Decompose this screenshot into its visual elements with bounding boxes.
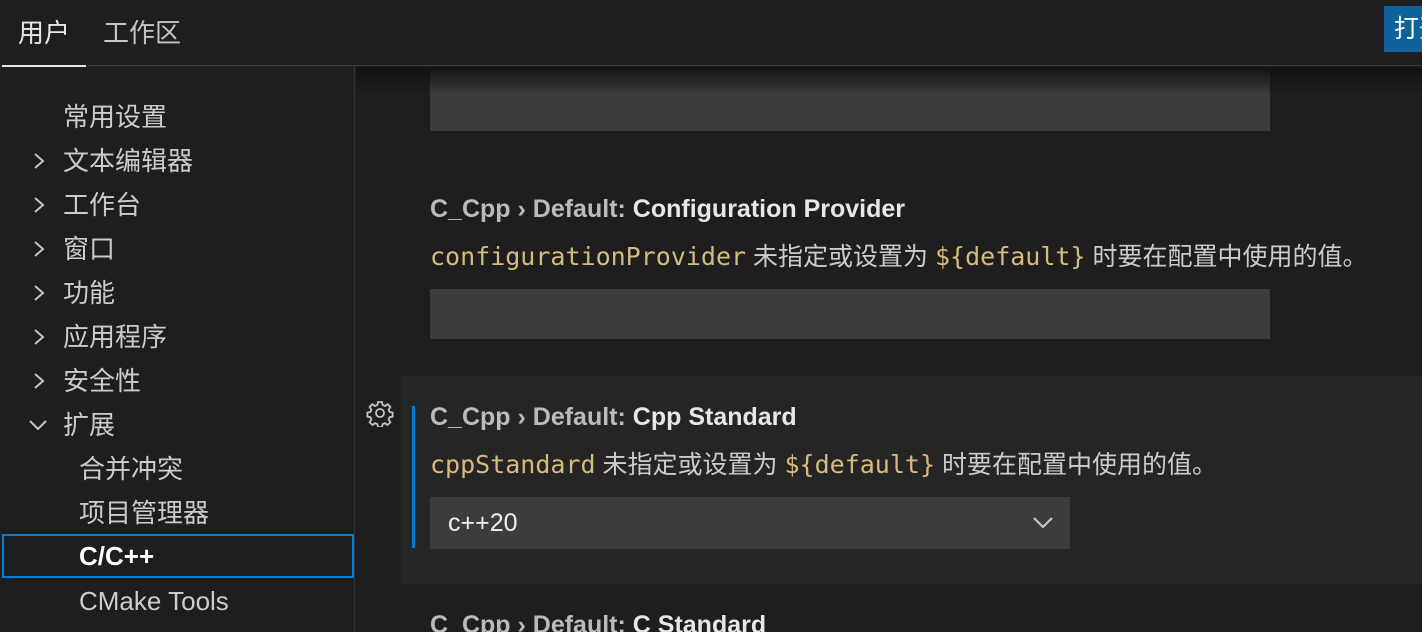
chevron-right-icon [28,183,52,227]
toc-item-workbench[interactable]: 工作台 [2,183,354,227]
toc-item-project-manager[interactable]: 项目管理器 [2,491,354,535]
desc-text: 未指定或设置为 [746,243,935,271]
toc-item-c-cpp[interactable]: C/C++ [2,534,354,578]
toc-item-label: 安全性 [63,366,142,396]
scroll-shadow [356,67,1422,95]
desc-token: ${default} [934,242,1086,271]
setting-description-cpp-standard: cppStandard 未指定或设置为 ${default} 时要在配置中使用的… [430,445,1217,481]
toc-item-features[interactable]: 功能 [2,271,354,315]
select-value: c++20 [448,509,518,537]
chevron-right-icon [28,227,52,271]
desc-text: 时要在配置中使用的值。 [935,451,1217,479]
toc-item-label: 应用程序 [63,322,168,352]
focus-indicator [412,406,415,548]
setting-category: C_Cpp › Default: [430,195,633,223]
chevron-right-icon [28,359,52,403]
toc-item-common[interactable]: 常用设置 [2,95,354,139]
setting-key-link[interactable]: cppStandard [430,450,596,479]
setting-description-configuration-provider: configurationProvider 未指定或设置为 ${default}… [430,237,1367,273]
toc-item-label: 功能 [63,278,116,308]
toc-item-security[interactable]: 安全性 [2,359,354,403]
gear-icon[interactable] [366,399,394,429]
chevron-right-icon [28,271,52,315]
configuration-provider-input[interactable] [430,289,1270,339]
chevron-down-icon [28,403,52,447]
setting-name: Configuration Provider [632,195,906,223]
desc-token: ${default} [784,450,935,479]
setting-name: Cpp Standard [632,403,797,431]
chevron-right-icon [28,315,52,359]
toc-item-merge-conflict[interactable]: 合并冲突 [2,447,354,491]
setting-category: C_Cpp › Default: [430,403,633,431]
toc-item-label: CMake Tools [79,586,229,616]
toc-item-extensions[interactable]: 扩展 [2,403,354,447]
toc-item-label: C/C++ [79,541,155,571]
settings-scope-tabs: 用户 工作区 打开 [0,0,1422,67]
toc-item-label: 项目管理器 [79,498,210,528]
toc-item-cmake-tools[interactable]: CMake Tools [2,579,354,623]
setting-key-link[interactable]: configurationProvider [430,242,746,271]
desc-text: 时要在配置中使用的值。 [1085,243,1368,271]
toc-item-label: 窗口 [63,234,116,264]
toc-item-label: 文本编辑器 [63,146,194,176]
desc-text: 未指定或设置为 [595,451,785,479]
setting-title-configuration-provider: C_Cpp › Default: Configuration Provider [430,195,905,224]
setting-name: C Standard [632,611,767,632]
toc-item-label: 扩展 [63,410,116,440]
tab-user[interactable]: 用户 [2,0,86,67]
toc-item-label: 工作台 [63,190,142,220]
cpp-standard-select[interactable]: c++20 [430,497,1070,549]
toc-item-label: 合并冲突 [79,454,184,484]
toc-item-text-editor[interactable]: 文本编辑器 [2,139,354,183]
setting-title-c-standard: C_Cpp › Default: C Standard [430,611,766,632]
chevron-right-icon [28,139,52,183]
tab-workspace[interactable]: 工作区 [96,0,188,66]
settings-list: C_Cpp › Default: Configuration Provider … [356,67,1422,632]
settings-toc-sidebar: 常用设置 文本编辑器 工作台 窗口 功能 应用程序 安全性 扩展 合并冲突 项目… [0,67,355,632]
toc-item-application[interactable]: 应用程序 [2,315,354,359]
setting-title-cpp-standard: C_Cpp › Default: Cpp Standard [430,403,797,432]
toc-item-window[interactable]: 窗口 [2,227,354,271]
open-settings-json-button[interactable]: 打开 [1384,6,1422,52]
chevron-down-icon [1032,515,1054,531]
setting-category: C_Cpp › Default: [430,611,633,632]
toc-item-label: 常用设置 [63,102,168,132]
